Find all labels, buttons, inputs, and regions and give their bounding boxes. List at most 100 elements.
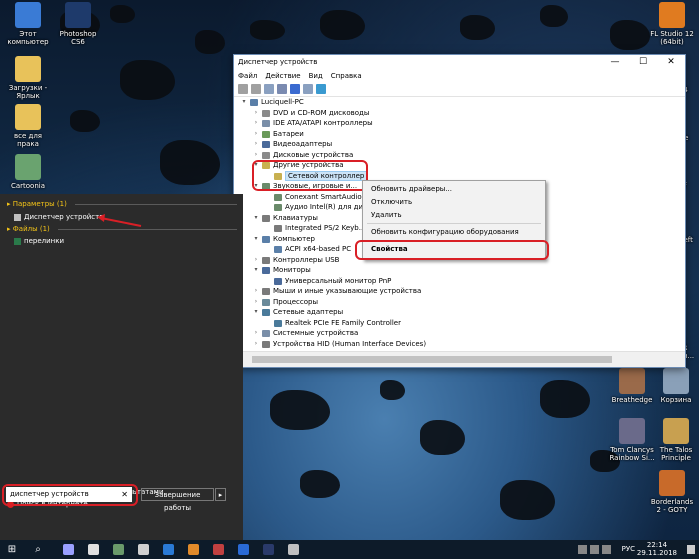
desktop-icon-label: FL Studio 12 (64bit) [650,30,694,46]
device-icon [274,246,282,253]
expand-arrow-icon[interactable]: › [252,255,260,266]
result-device-manager[interactable]: Диспетчер устройств [14,213,103,221]
help-icon[interactable] [290,84,300,94]
taskbar-app[interactable] [81,540,105,559]
update-driver-icon[interactable] [303,84,313,94]
horizontal-scrollbar[interactable] [234,351,685,367]
tree-node[interactable]: › Процессоры [234,297,685,308]
expand-arrow-icon[interactable]: › [252,286,260,297]
maximize-button[interactable]: ☐ [629,55,657,69]
file-icon [14,237,21,245]
expand-arrow-icon[interactable]: › [252,129,260,140]
collapse-arrow-icon[interactable]: ▾ [252,307,260,318]
desktop-icon[interactable]: FL Studio 12 (64bit) [648,2,696,46]
result-file[interactable]: перелинки [14,237,64,245]
taskbar-app-icon [62,544,74,555]
app-icon [663,418,689,444]
tree-node-label: Универсальный монитор PnP [285,276,392,285]
monitor-icon[interactable] [316,84,326,94]
files-header[interactable]: ▸ Файлы (1) [7,225,50,233]
shutdown-button[interactable]: Завершение работы [141,488,214,512]
taskbar-app[interactable] [281,540,305,559]
taskbar-app-icon [112,544,124,555]
tree-node[interactable]: › Устройства HID (Human Interface Devices… [234,339,685,350]
expand-arrow-icon[interactable]: › [252,139,260,150]
taskbar-app[interactable] [56,540,80,559]
desktop-icon[interactable]: Borderlands 2 - GOTY [648,470,696,514]
taskbar-app[interactable] [131,540,155,559]
menu-file[interactable]: Файл [238,72,257,80]
menu-delete[interactable]: Удалить [371,211,402,219]
taskbar: ⊞ ⌕ РУС 22:14 29.11.2018 [0,540,699,559]
properties-icon[interactable] [277,84,287,94]
desktop-icon[interactable]: The Talos Principle [652,418,699,462]
taskbar-app[interactable] [181,540,205,559]
expand-arrow-icon[interactable]: › [252,339,260,350]
tree-node[interactable]: Realtek PCIe FE Family Controller [234,318,685,329]
tree-node[interactable]: › DVD и CD-ROM дисководы [234,108,685,119]
tree-node[interactable]: › Дисковые устройства [234,150,685,161]
device-icon [262,288,270,295]
app-icon [663,368,689,394]
menu-view[interactable]: Вид [309,72,323,80]
tree-node[interactable]: › Системные устройства [234,328,685,339]
desktop-icon[interactable]: Корзина [652,368,699,404]
app-icon [15,2,41,28]
close-button[interactable]: ✕ [657,55,685,69]
tree-node[interactable]: ▾ Сетевые адаптеры [234,307,685,318]
show-hide-tree-icon[interactable] [264,84,274,94]
tree-node-label: Integrated PS/2 Keyb... [285,224,366,232]
tree-node[interactable]: › Батареи [234,129,685,140]
forward-icon[interactable] [251,84,261,94]
collapse-arrow-icon[interactable]: ▾ [252,213,260,224]
desktop-icon[interactable]: Breathedge [608,368,656,404]
scrollbar-thumb[interactable] [252,356,612,363]
divider [58,229,237,230]
tray-icon[interactable] [578,545,587,554]
tree-node[interactable]: ▾ Мониторы [234,265,685,276]
expand-arrow-icon[interactable]: › [252,328,260,339]
desktop-icon[interactable]: Загрузки - Ярлык [0,56,56,100]
menu-help[interactable]: Справка [331,72,362,80]
expand-arrow-icon[interactable]: › [252,118,260,129]
collapse-arrow-icon[interactable]: ▾ [252,234,260,245]
desktop-icon-label: Cartoonia [10,182,46,190]
tree-node[interactable]: › Мыши и иные указывающие устройства [234,286,685,297]
notifications-icon[interactable] [687,545,695,554]
tree-node[interactable]: › Видеоадаптеры [234,139,685,150]
menu-update-drivers[interactable]: Обновить драйверы... [371,185,452,193]
language-indicator[interactable]: РУС [622,545,635,553]
minimize-button[interactable]: — [601,55,629,69]
taskbar-app[interactable] [256,540,280,559]
taskbar-app[interactable] [156,540,180,559]
desktop-icon[interactable]: Cartoonia [0,154,56,190]
expand-arrow-icon[interactable]: › [252,150,260,161]
params-header[interactable]: ▸ Параметры (1) [7,200,67,208]
menu-disable[interactable]: Отключить [371,198,412,206]
desktop-icon[interactable]: Tom Clancys Rainbow Si... [608,418,656,462]
volume-icon[interactable] [602,545,611,554]
desktop-icon[interactable]: Photoshop CS6 [50,2,106,46]
tree-node[interactable]: › IDE ATA/ATAPI контроллеры [234,118,685,129]
app-icon [619,368,645,394]
search-taskbar-icon[interactable]: ⌕ [26,540,50,559]
taskbar-app[interactable] [231,540,255,559]
back-icon[interactable] [238,84,248,94]
taskbar-app[interactable] [206,540,230,559]
device-manager-label: Диспетчер устройств [24,213,104,221]
taskbar-app[interactable] [106,540,130,559]
desktop-icon[interactable]: Этот компьютер [0,2,56,46]
collapse-arrow-icon[interactable]: ▾ [252,265,260,276]
tree-node[interactable]: Универсальный монитор PnP [234,276,685,287]
tree-node[interactable]: ▾ Luciquell-PC [234,97,685,108]
collapse-arrow-icon[interactable]: ▾ [240,97,248,108]
shutdown-options-button[interactable]: ▸ [215,488,226,501]
menu-scan-hardware[interactable]: Обновить конфигурацию оборудования [371,228,519,236]
clock[interactable]: 22:14 29.11.2018 [637,541,677,557]
expand-arrow-icon[interactable]: › [252,297,260,308]
menu-action[interactable]: Действие [265,72,300,80]
network-icon[interactable] [590,545,599,554]
desktop-icon[interactable]: все для прака [0,104,56,148]
expand-arrow-icon[interactable]: › [252,108,260,119]
start-button[interactable]: ⊞ [0,540,24,559]
